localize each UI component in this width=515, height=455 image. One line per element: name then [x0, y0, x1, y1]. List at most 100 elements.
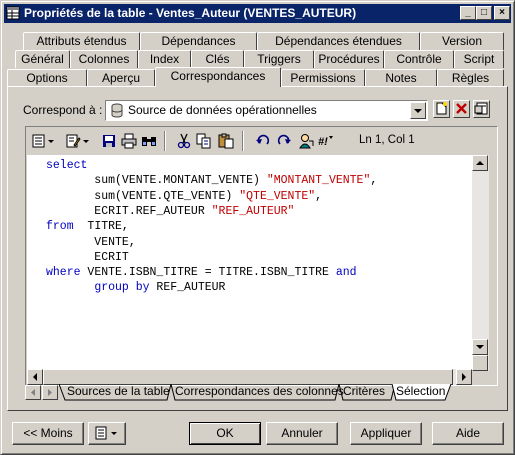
find-icon[interactable]	[141, 133, 157, 149]
code-line: VENTE,	[46, 235, 136, 250]
bottom-tab-criteres[interactable]: Critères	[341, 384, 387, 401]
cursor-position: Ln 1, Col 1	[359, 134, 415, 146]
tab-apercu[interactable]: Aperçu	[87, 69, 155, 87]
scroll-down-icon[interactable]	[472, 339, 488, 355]
code-line: from TITRE,	[46, 219, 129, 234]
edit-icon[interactable]	[65, 133, 81, 149]
scroll-corner	[472, 355, 488, 371]
code-text: VENTE,	[46, 235, 136, 249]
scroll-up-icon[interactable]	[472, 155, 488, 171]
save-icon[interactable]	[101, 133, 117, 149]
ok-button[interactable]: OK	[189, 422, 261, 445]
toolbar-separator	[242, 131, 244, 151]
tab-version[interactable]: Version	[420, 32, 504, 50]
vertical-scrollbar[interactable]	[472, 155, 489, 371]
tab-controle[interactable]: Contrôle	[384, 50, 454, 68]
toolbar-separator	[164, 131, 166, 151]
code-keyword: from	[46, 220, 74, 234]
code-text: sum(VENTE.MONTANT_VENTE)	[46, 174, 267, 188]
tab-regles[interactable]: Règles	[437, 69, 504, 87]
minimize-icon[interactable]: _	[460, 6, 476, 20]
code-area[interactable]: select sum(VENTE.MONTANT_VENTE) "MONTANT…	[27, 155, 472, 371]
code-string: "QTE_VENTE"	[239, 189, 316, 203]
tab-triggers[interactable]: Triggers	[244, 50, 314, 68]
title-bar[interactable]: Propriétés de la table - Ventes_Auteur (…	[4, 4, 511, 23]
tab-index[interactable]: Index	[138, 50, 191, 68]
editor-toolbar: #! Ln 1, Col 1	[26, 127, 497, 155]
dropdown-arrow-icon[interactable]	[82, 133, 90, 149]
scroll-right-icon[interactable]	[456, 369, 472, 385]
new-icon[interactable]	[433, 100, 450, 118]
tab-scroll-right-icon[interactable]	[42, 385, 58, 400]
code-keyword: group by	[94, 281, 150, 295]
variables-icon[interactable]	[298, 133, 314, 149]
tab-correspondances[interactable]: Correspondances	[155, 67, 281, 87]
code-text: ,	[370, 174, 378, 188]
tab-colonnes[interactable]: Colonnes	[70, 50, 138, 68]
print-icon[interactable]	[121, 133, 137, 149]
tab-scroll-left-icon[interactable]	[25, 385, 41, 400]
tab-procedures[interactable]: Procédures	[314, 50, 384, 68]
apply-button[interactable]: Appliquer	[350, 422, 422, 445]
tab-dependances[interactable]: Dépendances	[140, 32, 257, 50]
code-text: ,	[315, 189, 323, 203]
delete-icon[interactable]	[453, 100, 470, 118]
scroll-left-icon[interactable]	[27, 369, 43, 385]
code-keyword: select	[46, 159, 88, 172]
less-button[interactable]: << Moins	[12, 422, 84, 445]
tab-general[interactable]: Général	[15, 50, 70, 68]
code-line: where VENTE.ISBN_TITRE = TITRE.ISBN_TITR…	[46, 265, 357, 280]
database-icon	[111, 103, 123, 118]
horizontal-scrollbar[interactable]	[27, 369, 472, 385]
mapping-value: Source de données opérationnelles	[128, 103, 317, 117]
code-line: sum(VENTE.MONTANT_VENTE) "MONTANT_VENTE"…	[46, 173, 377, 188]
cancel-button[interactable]: Annuler	[266, 422, 338, 445]
dropdown-arrow-icon[interactable]	[410, 102, 426, 119]
cut-icon[interactable]	[176, 133, 192, 149]
bottom-tab-correspondances-colonnes[interactable]: Correspondances des colonnes	[173, 384, 346, 401]
code-line: ECRIT.REF_AUTEUR "REF_AUTEUR"	[46, 204, 294, 219]
mapping-select[interactable]: Source de données opérationnelles	[105, 100, 428, 121]
svg-text:#!: #!	[318, 136, 328, 148]
sql-icon[interactable]: #!	[318, 133, 334, 149]
bottom-tab-selection[interactable]: Sélection	[394, 384, 447, 401]
bottom-tab-sources[interactable]: Sources de la table	[65, 384, 172, 401]
copy-icon[interactable]	[196, 133, 212, 149]
tab-script[interactable]: Script	[454, 50, 504, 68]
code-line: sum(VENTE.QTE_VENTE) "QTE_VENTE",	[46, 189, 322, 204]
tab-attributs-etendus[interactable]: Attributs étendus	[23, 32, 140, 50]
redo-icon[interactable]	[276, 133, 292, 149]
properties-icon[interactable]	[473, 100, 490, 118]
code-string: "REF_AUTEUR"	[211, 204, 295, 218]
mapping-label: Correspond à :	[23, 103, 103, 117]
code-line: ECRIT	[46, 250, 129, 265]
close-icon[interactable]: ×	[494, 6, 510, 20]
tab-options[interactable]: Options	[7, 69, 87, 87]
tab-notes[interactable]: Notes	[365, 69, 437, 87]
sql-editor[interactable]: #! Ln 1, Col 1 select sum(VENTE.MONTANT_…	[25, 126, 498, 386]
tab-dependances-etendues[interactable]: Dépendances étendues	[257, 32, 420, 50]
properties-dialog: Propriétés de la table - Ventes_Auteur (…	[0, 0, 515, 455]
menu-button[interactable]	[88, 422, 126, 445]
window-title: Propriétés de la table - Ventes_Auteur (…	[24, 6, 357, 20]
code-line: select	[46, 158, 87, 173]
code-text: TITRE,	[73, 220, 129, 234]
dropdown-arrow-icon[interactable]	[47, 133, 55, 149]
tab-cles[interactable]: Clés	[191, 50, 244, 68]
paste-icon[interactable]	[218, 133, 234, 149]
scroll-thumb[interactable]	[43, 369, 453, 385]
tab-scroll-buttons	[25, 385, 59, 400]
code-text: REF_AUTEUR	[149, 281, 226, 295]
tab-permissions[interactable]: Permissions	[281, 69, 365, 87]
undo-icon[interactable]	[255, 133, 271, 149]
code-string: "MONTANT_VENTE"	[266, 174, 371, 188]
help-button[interactable]: Aide	[432, 422, 504, 445]
code-line: group by REF_AUTEUR	[46, 280, 225, 295]
code-text: ECRIT	[46, 250, 129, 264]
maximize-icon[interactable]: □	[476, 6, 492, 20]
menu-icon[interactable]	[31, 133, 47, 149]
code-text: sum(VENTE.QTE_VENTE)	[46, 189, 240, 203]
table-icon	[6, 6, 20, 20]
menu-icon	[95, 426, 117, 440]
